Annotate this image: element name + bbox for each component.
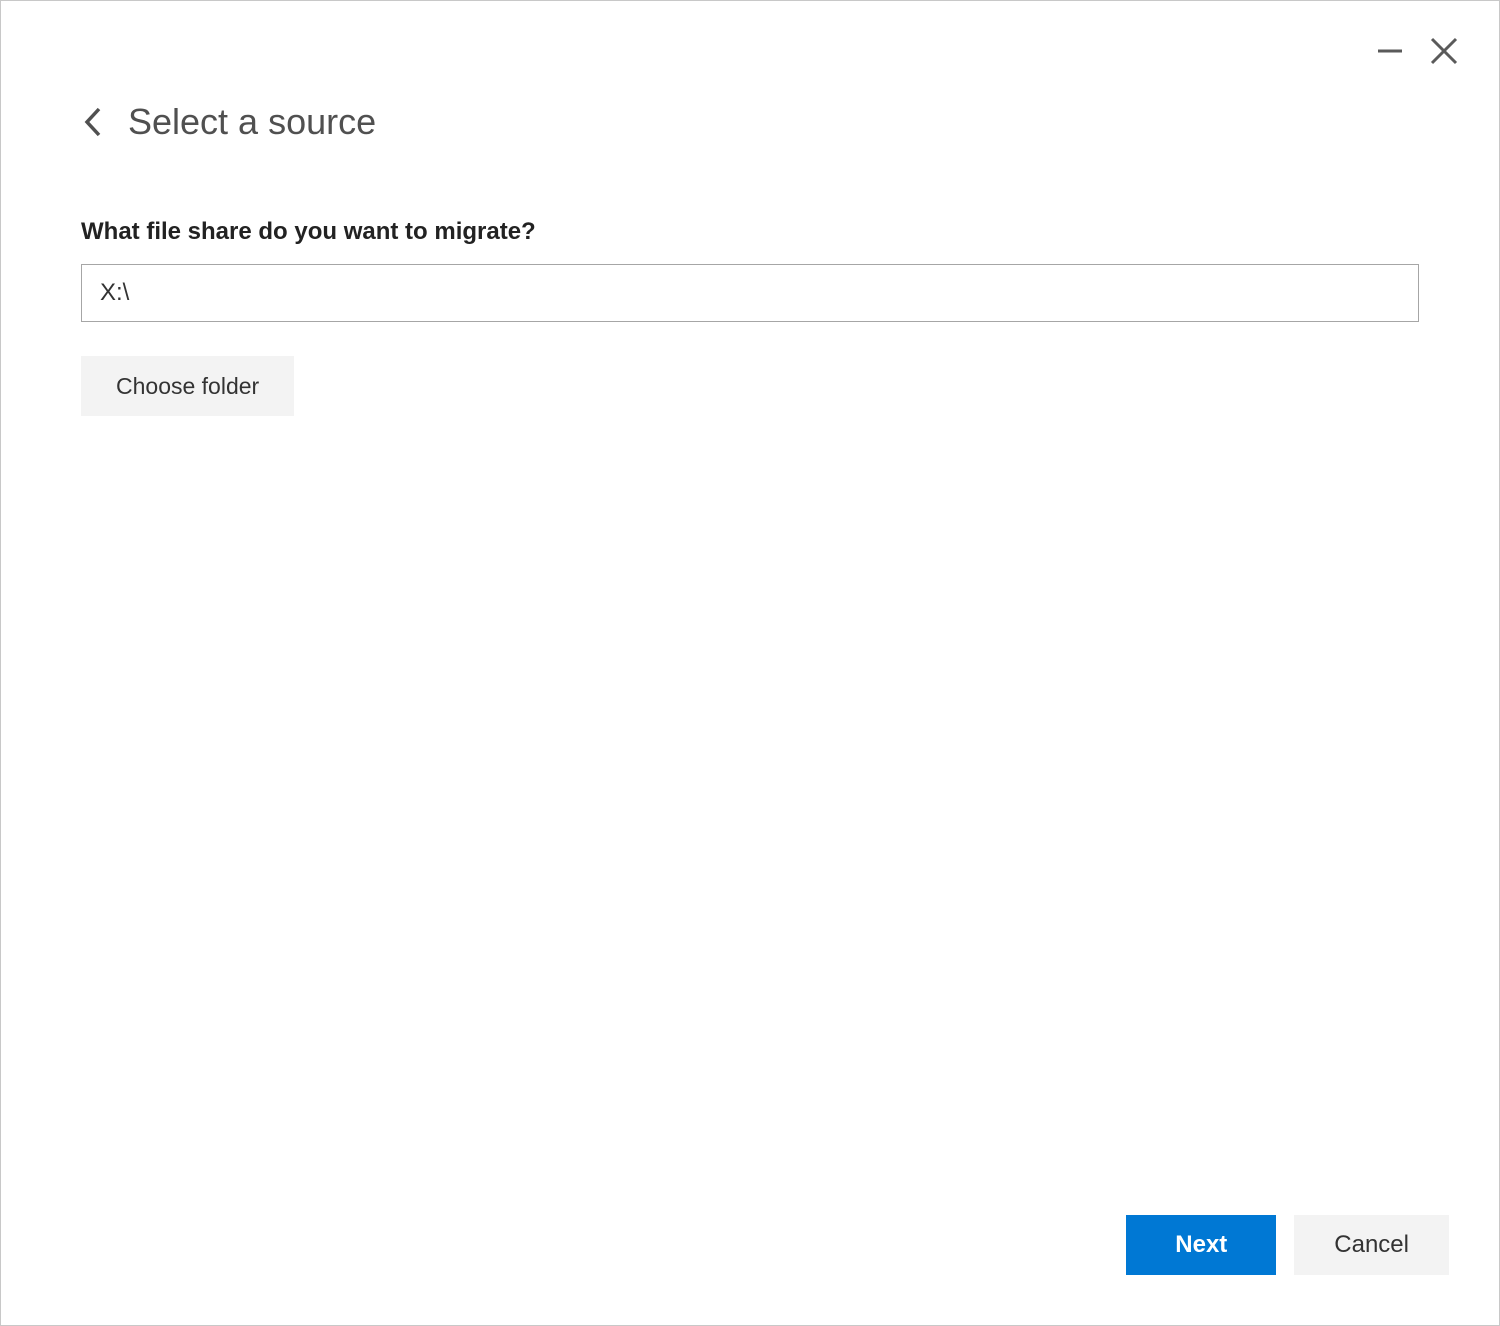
next-button[interactable]: Next (1126, 1215, 1276, 1275)
cancel-button[interactable]: Cancel (1294, 1215, 1449, 1275)
back-button[interactable] (81, 105, 103, 139)
file-share-path-input[interactable] (81, 264, 1419, 322)
header-row: Select a source (81, 101, 1419, 143)
minimize-icon (1376, 37, 1404, 65)
page-title: Select a source (128, 101, 376, 143)
choose-folder-button[interactable]: Choose folder (81, 356, 294, 416)
file-share-label: What file share do you want to migrate? (81, 218, 1419, 246)
chevron-left-icon (81, 105, 103, 139)
dialog-content: Select a source What file share do you w… (1, 1, 1499, 1215)
close-button[interactable] (1429, 36, 1459, 66)
dialog-footer: Next Cancel (1, 1215, 1499, 1325)
dialog-window: Select a source What file share do you w… (0, 0, 1500, 1326)
close-icon (1429, 36, 1459, 66)
minimize-button[interactable] (1376, 37, 1404, 65)
window-controls (1376, 36, 1459, 66)
spacer (81, 416, 1419, 1175)
